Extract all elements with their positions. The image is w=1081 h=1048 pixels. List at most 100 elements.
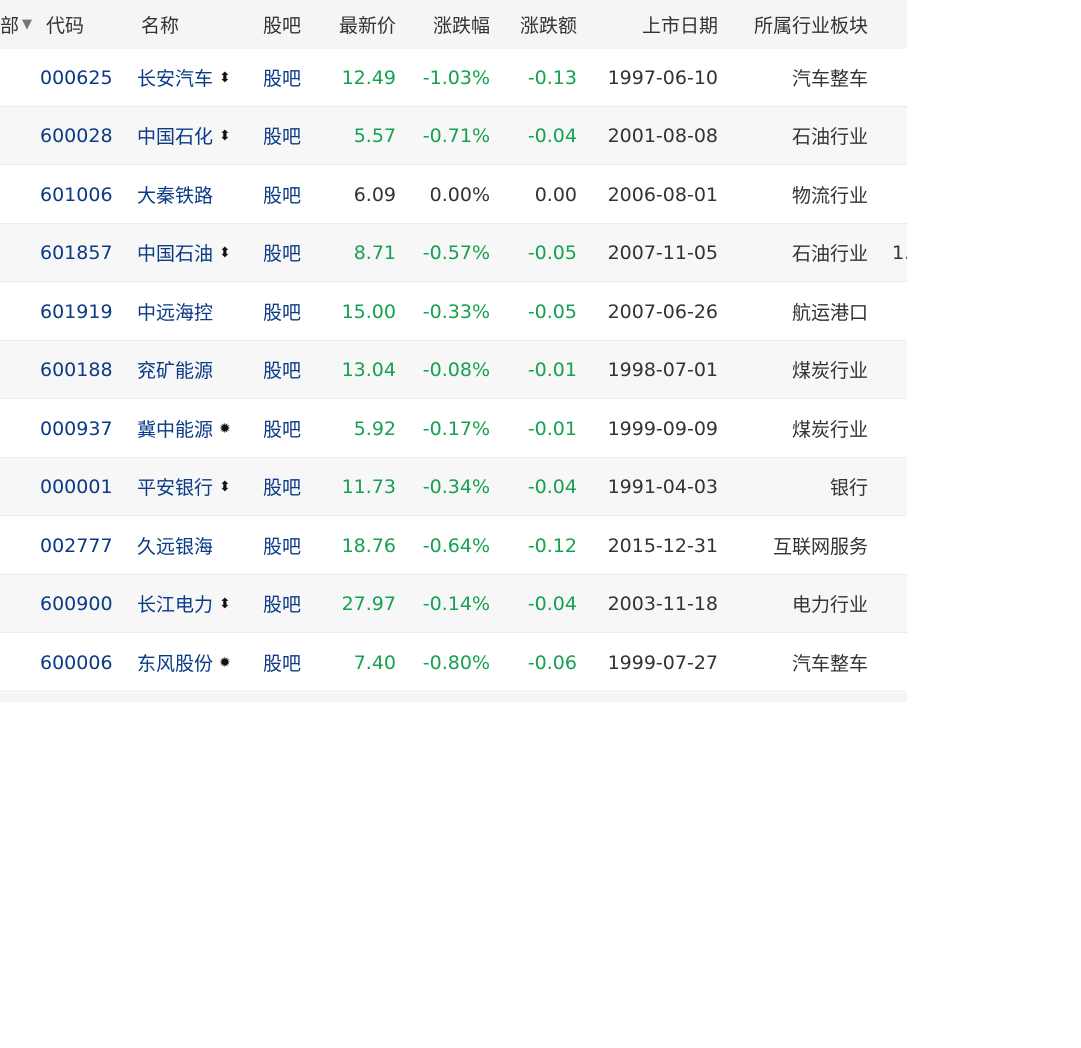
- latest-price: 15.00: [341, 300, 396, 323]
- guba-link[interactable]: 股吧: [263, 224, 313, 281]
- stock-name-text[interactable]: 冀中能源: [137, 415, 213, 442]
- column-header-code[interactable]: 代码: [46, 0, 126, 49]
- column-header-change-percent[interactable]: 涨跌幅: [404, 0, 490, 49]
- change-percent: -0.33%: [422, 300, 490, 323]
- listing-date: 1998-07-01: [607, 358, 718, 381]
- column-header-industry[interactable]: 所属行业板块: [728, 0, 868, 49]
- guba-link[interactable]: 股吧: [263, 166, 313, 223]
- stock-name-link[interactable]: 久远银海: [137, 517, 255, 574]
- industry-sector: 汽车整车: [791, 68, 868, 90]
- listing-date: 2007-06-26: [607, 300, 718, 323]
- column-header-name[interactable]: 名称: [141, 0, 259, 49]
- stock-name-link[interactable]: 平安银行 ⬍: [137, 458, 255, 515]
- stock-code-link[interactable]: 000937: [40, 400, 120, 457]
- change-amount: -0.01: [527, 417, 577, 440]
- change-amount: -0.06: [527, 651, 577, 674]
- column-header-latest-price[interactable]: 最新价: [318, 0, 396, 49]
- guba-link[interactable]: 股吧: [263, 400, 313, 457]
- latest-price: 12.49: [341, 66, 396, 89]
- column-header-previous-label: 部: [0, 15, 20, 37]
- listing-date: 2003-11-18: [607, 592, 718, 615]
- stock-name-link[interactable]: 大秦铁路: [137, 166, 255, 223]
- stock-code-link[interactable]: 002777: [40, 517, 120, 574]
- stock-name-link[interactable]: 东风股份 ✹: [137, 634, 255, 691]
- table-row[interactable]: 600188 兖矿能源 股吧 13.04 -0.08% -0.01 1998-07-01 煤炭…: [0, 341, 907, 399]
- overflow-cell: [892, 517, 907, 574]
- stock-code-link[interactable]: 601006: [40, 166, 120, 223]
- table-row[interactable]: 000625 长安汽车 ⬍ 股吧 12.49 -1.03% -0.13 1997-06-10 汽…: [0, 49, 907, 107]
- column-header-guba[interactable]: 股吧: [263, 0, 313, 49]
- change-percent: -0.64%: [422, 534, 490, 557]
- guba-link[interactable]: 股吧: [263, 575, 313, 632]
- column-header-listing-date[interactable]: 上市日期: [586, 0, 718, 49]
- change-percent: -0.17%: [422, 417, 490, 440]
- change-amount: -0.01: [527, 358, 577, 381]
- table-row[interactable]: 000937 冀中能源 ✹ 股吧 5.92 -0.17% -0.01 1999-09-09 煤炭…: [0, 400, 907, 458]
- overflow-cell: [892, 400, 907, 457]
- stock-name-text[interactable]: 中国石化: [137, 122, 213, 149]
- stock-code-link[interactable]: 600028: [40, 107, 120, 164]
- stock-code-link[interactable]: 601919: [40, 283, 120, 340]
- table-row[interactable]: 002777 久远银海 股吧 18.76 -0.64% -0.12 2015-12-31 互联…: [0, 517, 907, 575]
- stock-name-link[interactable]: 长安汽车 ⬍: [137, 49, 255, 106]
- stock-code-link[interactable]: 000625: [40, 49, 120, 106]
- industry-sector: 煤炭行业: [791, 419, 868, 441]
- stock-name-text[interactable]: 长安汽车: [137, 64, 213, 91]
- change-amount: -0.04: [527, 592, 577, 615]
- change-amount: -0.12: [527, 534, 577, 557]
- guba-link[interactable]: 股吧: [263, 341, 313, 398]
- change-percent: -0.34%: [422, 475, 490, 498]
- guba-link[interactable]: 股吧: [263, 458, 313, 515]
- table-row[interactable]: 600028 中国石化 ⬍ 股吧 5.57 -0.71% -0.04 2001-08-08 石油…: [0, 107, 907, 165]
- table-row[interactable]: 600006 东风股份 ✹ 股吧 7.40 -0.80% -0.06 1999-07-27 汽车…: [0, 634, 907, 692]
- stock-name-link[interactable]: 中远海控: [137, 283, 255, 340]
- table-row[interactable]: 601006 大秦铁路 股吧 6.09 0.00% 0.00 2006-08-01 物流行业: [0, 166, 907, 224]
- column-header-change-amount[interactable]: 涨跌额: [500, 0, 577, 49]
- stock-code-link[interactable]: 601857: [40, 224, 120, 281]
- stock-name-link[interactable]: 兖矿能源: [137, 341, 255, 398]
- change-amount: -0.13: [527, 66, 577, 89]
- change-percent: -0.08%: [422, 358, 490, 381]
- stock-name-text[interactable]: 长江电力: [137, 590, 213, 617]
- stock-name-link[interactable]: 长江电力 ⬍: [137, 575, 255, 632]
- guba-link[interactable]: 股吧: [263, 107, 313, 164]
- stock-code-link[interactable]: 600188: [40, 341, 120, 398]
- table-row[interactable]: 601857 中国石油 ⬍ 股吧 8.71 -0.57% -0.05 2007-11-05 石油…: [0, 224, 907, 282]
- stock-code-link[interactable]: 000001: [40, 458, 120, 515]
- guba-link[interactable]: 股吧: [263, 283, 313, 340]
- guba-link[interactable]: 股吧: [263, 517, 313, 574]
- stock-name-text[interactable]: 中国石油: [137, 239, 213, 266]
- stock-name-link[interactable]: 冀中能源 ✹: [137, 400, 255, 457]
- up-down-arrow-icon: ⬍: [219, 69, 231, 86]
- change-percent: 0.00%: [429, 183, 490, 206]
- overflow-cell: [892, 458, 907, 515]
- overflow-cell: [892, 107, 907, 164]
- star-burst-icon: ✹: [219, 654, 231, 671]
- latest-price: 11.73: [341, 475, 396, 498]
- listing-date: 2007-11-05: [607, 241, 718, 264]
- latest-price: 5.92: [353, 417, 396, 440]
- stock-name-link[interactable]: 中国石油 ⬍: [137, 224, 255, 281]
- table-row[interactable]: 000001 平安银行 ⬍ 股吧 11.73 -0.34% -0.04 1991-04-03 银…: [0, 458, 907, 516]
- column-header-previous[interactable]: 部 ▼: [0, 0, 32, 49]
- sort-down-icon[interactable]: ▼: [22, 17, 32, 32]
- stock-name-text[interactable]: 平安银行: [137, 473, 213, 500]
- table-bottom-bar: [0, 693, 907, 702]
- listing-date: 1997-06-10: [607, 66, 718, 89]
- overflow-cell: [892, 283, 907, 340]
- industry-sector: 互联网服务: [772, 536, 868, 558]
- guba-link[interactable]: 股吧: [263, 634, 313, 691]
- stock-code-link[interactable]: 600900: [40, 575, 120, 632]
- industry-sector: 煤炭行业: [791, 360, 868, 382]
- table-row[interactable]: 601919 中远海控 股吧 15.00 -0.33% -0.05 2007-06-26 航运…: [0, 283, 907, 341]
- change-amount: -0.04: [527, 475, 577, 498]
- guba-link[interactable]: 股吧: [263, 49, 313, 106]
- change-percent: -1.03%: [422, 66, 490, 89]
- stock-name-text[interactable]: 东风股份: [137, 649, 213, 676]
- industry-sector: 石油行业: [791, 243, 868, 265]
- stock-code-link[interactable]: 600006: [40, 634, 120, 691]
- change-amount: -0.05: [527, 241, 577, 264]
- table-row[interactable]: 600900 长江电力 ⬍ 股吧 27.97 -0.14% -0.04 2003-11-18 电…: [0, 575, 907, 633]
- listing-date: 2001-08-08: [607, 124, 718, 147]
- stock-name-link[interactable]: 中国石化 ⬍: [137, 107, 255, 164]
